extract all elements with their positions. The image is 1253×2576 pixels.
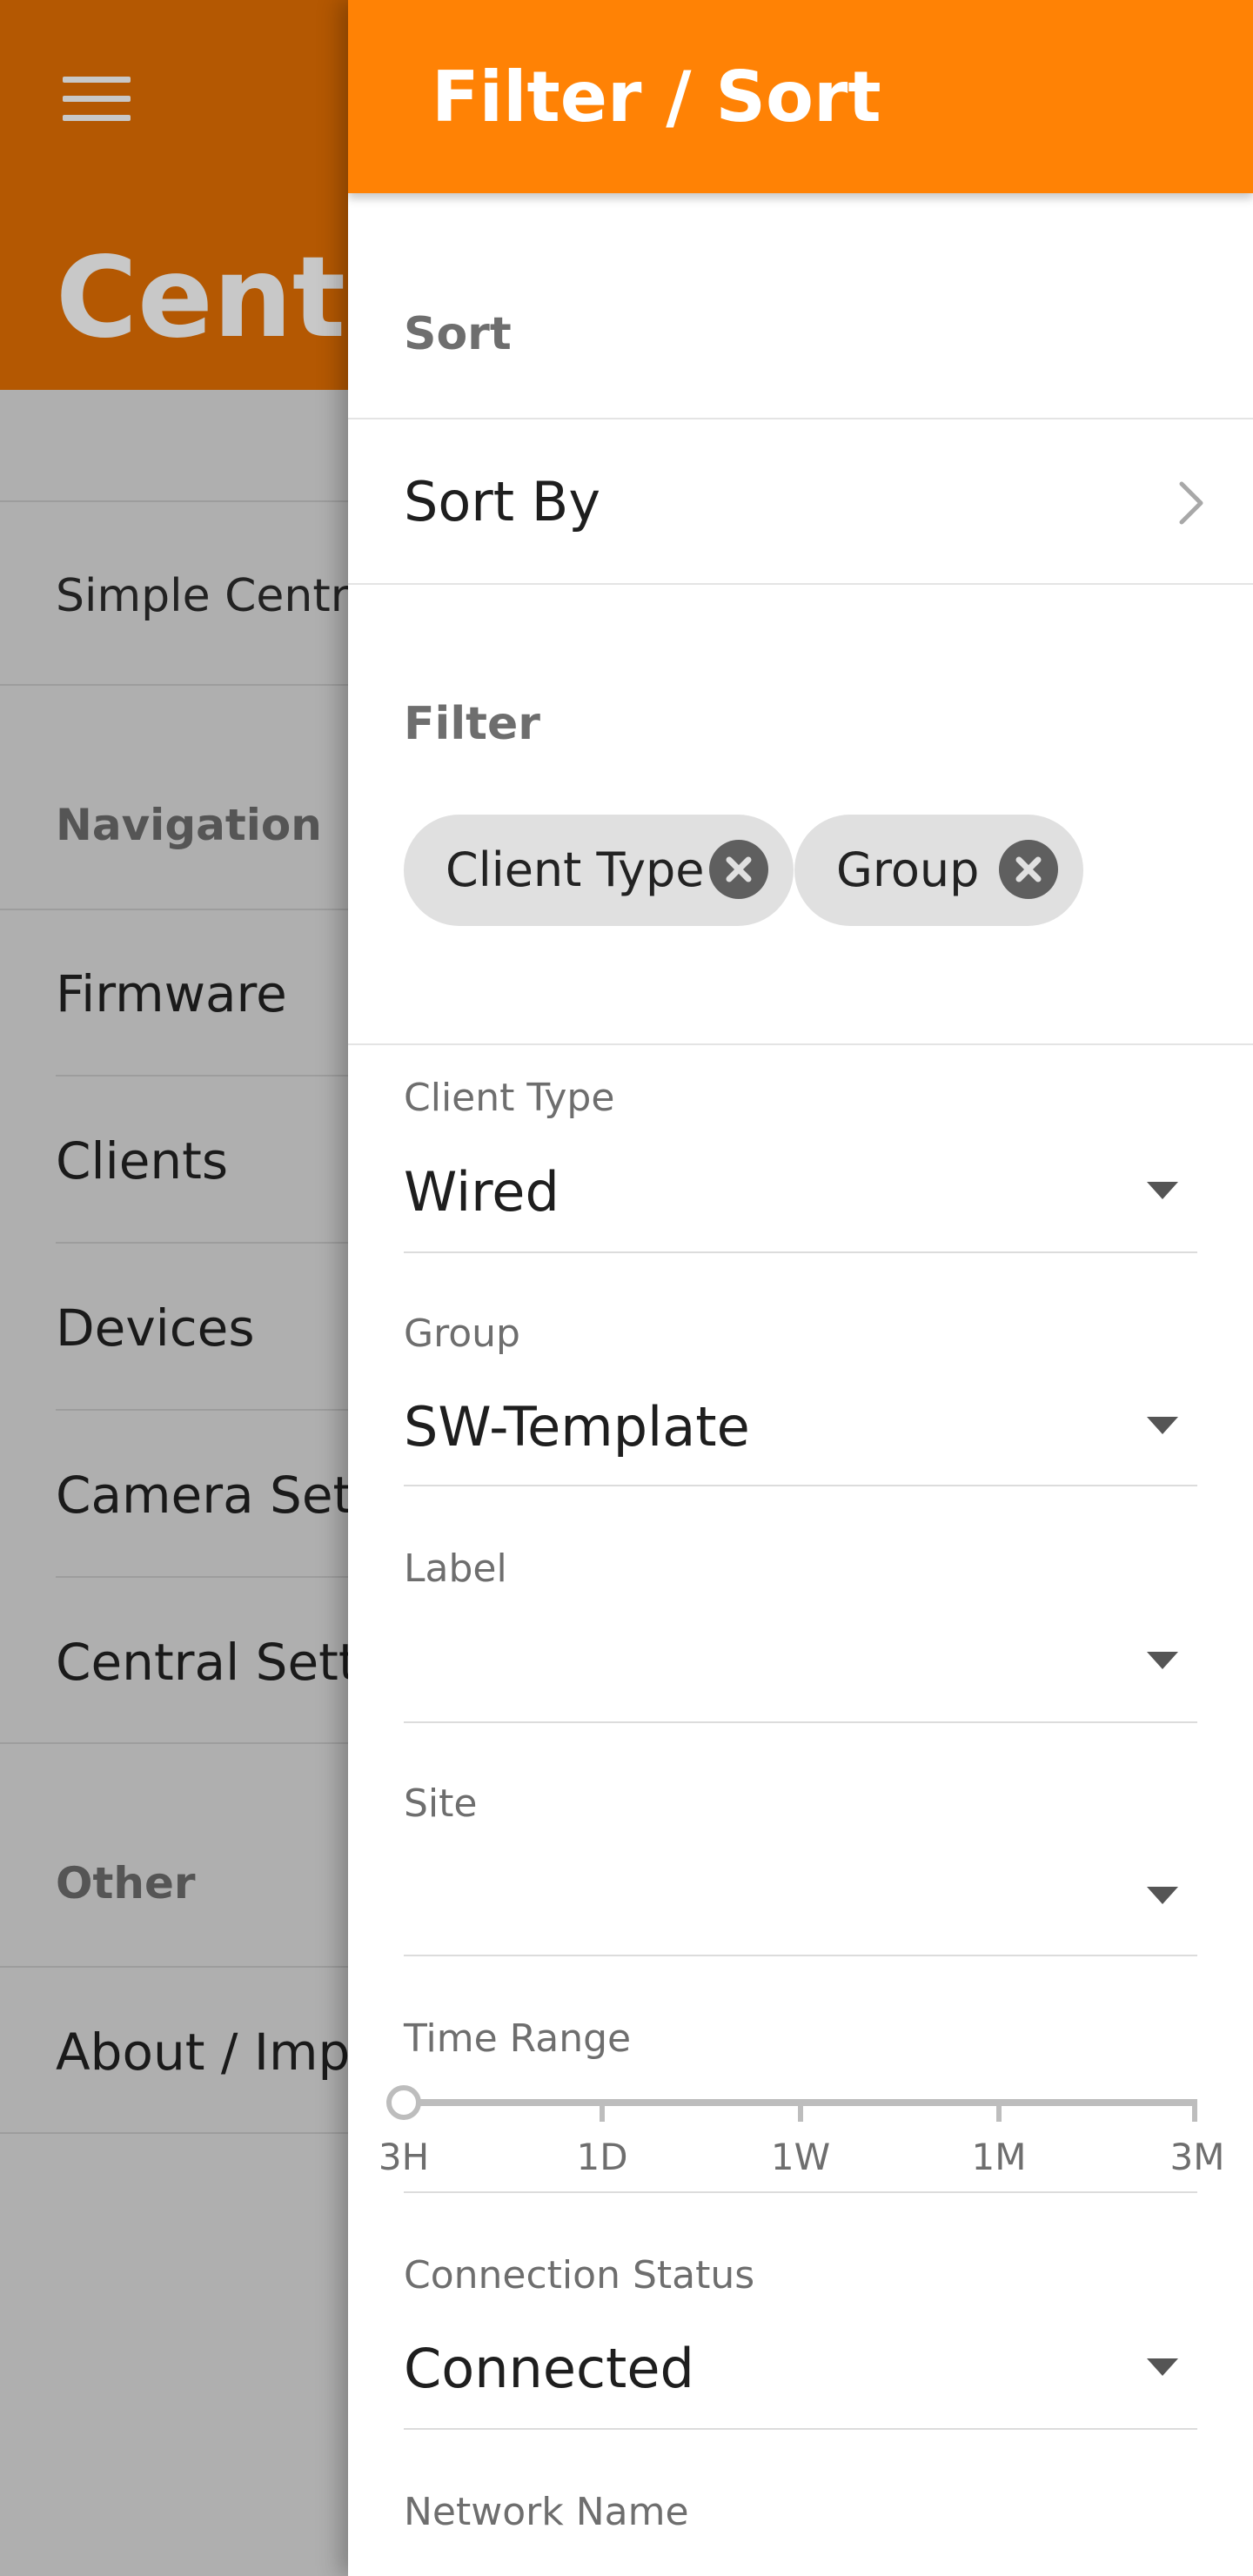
dropdown-arrow-icon bbox=[1147, 1887, 1178, 1904]
dropdown-arrow-icon bbox=[1147, 2358, 1178, 2376]
slider-tick bbox=[1192, 2099, 1197, 2122]
nav-item-firmware[interactable]: Firmware bbox=[56, 963, 287, 1024]
divider bbox=[404, 2191, 1197, 2193]
tick-label-3h: 3H bbox=[378, 2136, 430, 2178]
filter-sort-drawer: Filter / Sort Sort Sort By Filter Client… bbox=[348, 0, 1253, 2576]
group-label: Group bbox=[404, 1311, 520, 1356]
time-range-slider[interactable]: 3H 1D 1W 1M 3M bbox=[379, 2085, 1224, 2209]
slider-tick bbox=[996, 2099, 1002, 2122]
chevron-right-icon bbox=[1179, 481, 1203, 525]
nav-item-clients[interactable]: Clients bbox=[56, 1130, 228, 1191]
client-type-value: Wired bbox=[404, 1160, 559, 1224]
divider bbox=[348, 1043, 1253, 1045]
chip-client-type[interactable]: Client Type bbox=[404, 815, 794, 926]
divider bbox=[404, 1251, 1197, 1253]
divider bbox=[56, 1242, 348, 1244]
divider bbox=[404, 2428, 1197, 2430]
connection-status-dropdown[interactable]: Connected bbox=[404, 2317, 1197, 2421]
divider bbox=[0, 500, 348, 502]
divider bbox=[348, 583, 1253, 585]
chip-label: Client Type bbox=[446, 842, 705, 897]
divider bbox=[0, 684, 348, 686]
tick-label-1w: 1W bbox=[770, 2136, 831, 2178]
tick-label-1d: 1D bbox=[576, 2136, 628, 2178]
dropdown-arrow-icon bbox=[1147, 1417, 1178, 1434]
slider-thumb[interactable] bbox=[386, 2085, 421, 2120]
divider bbox=[404, 1485, 1197, 1486]
hamburger-menu-icon[interactable] bbox=[63, 77, 131, 122]
tick-label-1m: 1M bbox=[971, 2136, 1027, 2178]
dropdown-arrow-icon bbox=[1147, 1182, 1178, 1199]
divider bbox=[0, 909, 348, 910]
tick-label-3m: 3M bbox=[1169, 2136, 1225, 2178]
connection-status-value: Connected bbox=[404, 2337, 694, 2400]
group-dropdown[interactable]: SW-Template bbox=[404, 1375, 1197, 1479]
network-name-label: Network Name bbox=[404, 2490, 689, 2534]
dropdown-arrow-icon bbox=[1147, 1652, 1178, 1669]
site-label: Site bbox=[404, 1781, 478, 1826]
chip-group[interactable]: Group bbox=[794, 815, 1083, 926]
nav-item-devices[interactable]: Devices bbox=[56, 1298, 255, 1358]
slider-tick bbox=[600, 2099, 605, 2122]
drawer-title: Filter / Sort bbox=[432, 57, 881, 138]
client-type-dropdown[interactable]: Wired bbox=[404, 1140, 1197, 1244]
divider bbox=[404, 1955, 1197, 1956]
client-type-label: Client Type bbox=[404, 1076, 615, 1120]
sort-section-label: Sort bbox=[404, 308, 512, 360]
nav-item-simple-central[interactable]: Simple Central bbox=[56, 566, 389, 627]
connection-status-label: Connection Status bbox=[404, 2253, 755, 2298]
drawer-header: Filter / Sort bbox=[348, 0, 1253, 193]
time-range-label: Time Range bbox=[404, 2016, 632, 2061]
divider bbox=[0, 2132, 348, 2134]
divider bbox=[0, 1966, 348, 1968]
sort-by-label: Sort By bbox=[404, 470, 601, 533]
divider bbox=[56, 1075, 348, 1077]
divider bbox=[0, 1742, 348, 1744]
chip-label: Group bbox=[836, 842, 980, 897]
section-header-other: Other bbox=[56, 1858, 196, 1909]
site-dropdown[interactable] bbox=[404, 1845, 1197, 1949]
divider bbox=[56, 1409, 348, 1411]
close-circle-icon[interactable] bbox=[999, 840, 1058, 899]
group-value: SW-Template bbox=[404, 1395, 750, 1459]
sort-by-row[interactable]: Sort By bbox=[348, 419, 1253, 583]
divider bbox=[56, 1576, 348, 1578]
section-header-navigation: Navigation bbox=[56, 800, 322, 850]
divider bbox=[404, 1721, 1197, 1723]
label-dropdown[interactable] bbox=[404, 1610, 1197, 1714]
slider-tick bbox=[798, 2099, 803, 2122]
label-field-label: Label bbox=[404, 1546, 507, 1591]
filter-section-label: Filter bbox=[404, 698, 540, 750]
close-circle-icon[interactable] bbox=[709, 840, 768, 899]
